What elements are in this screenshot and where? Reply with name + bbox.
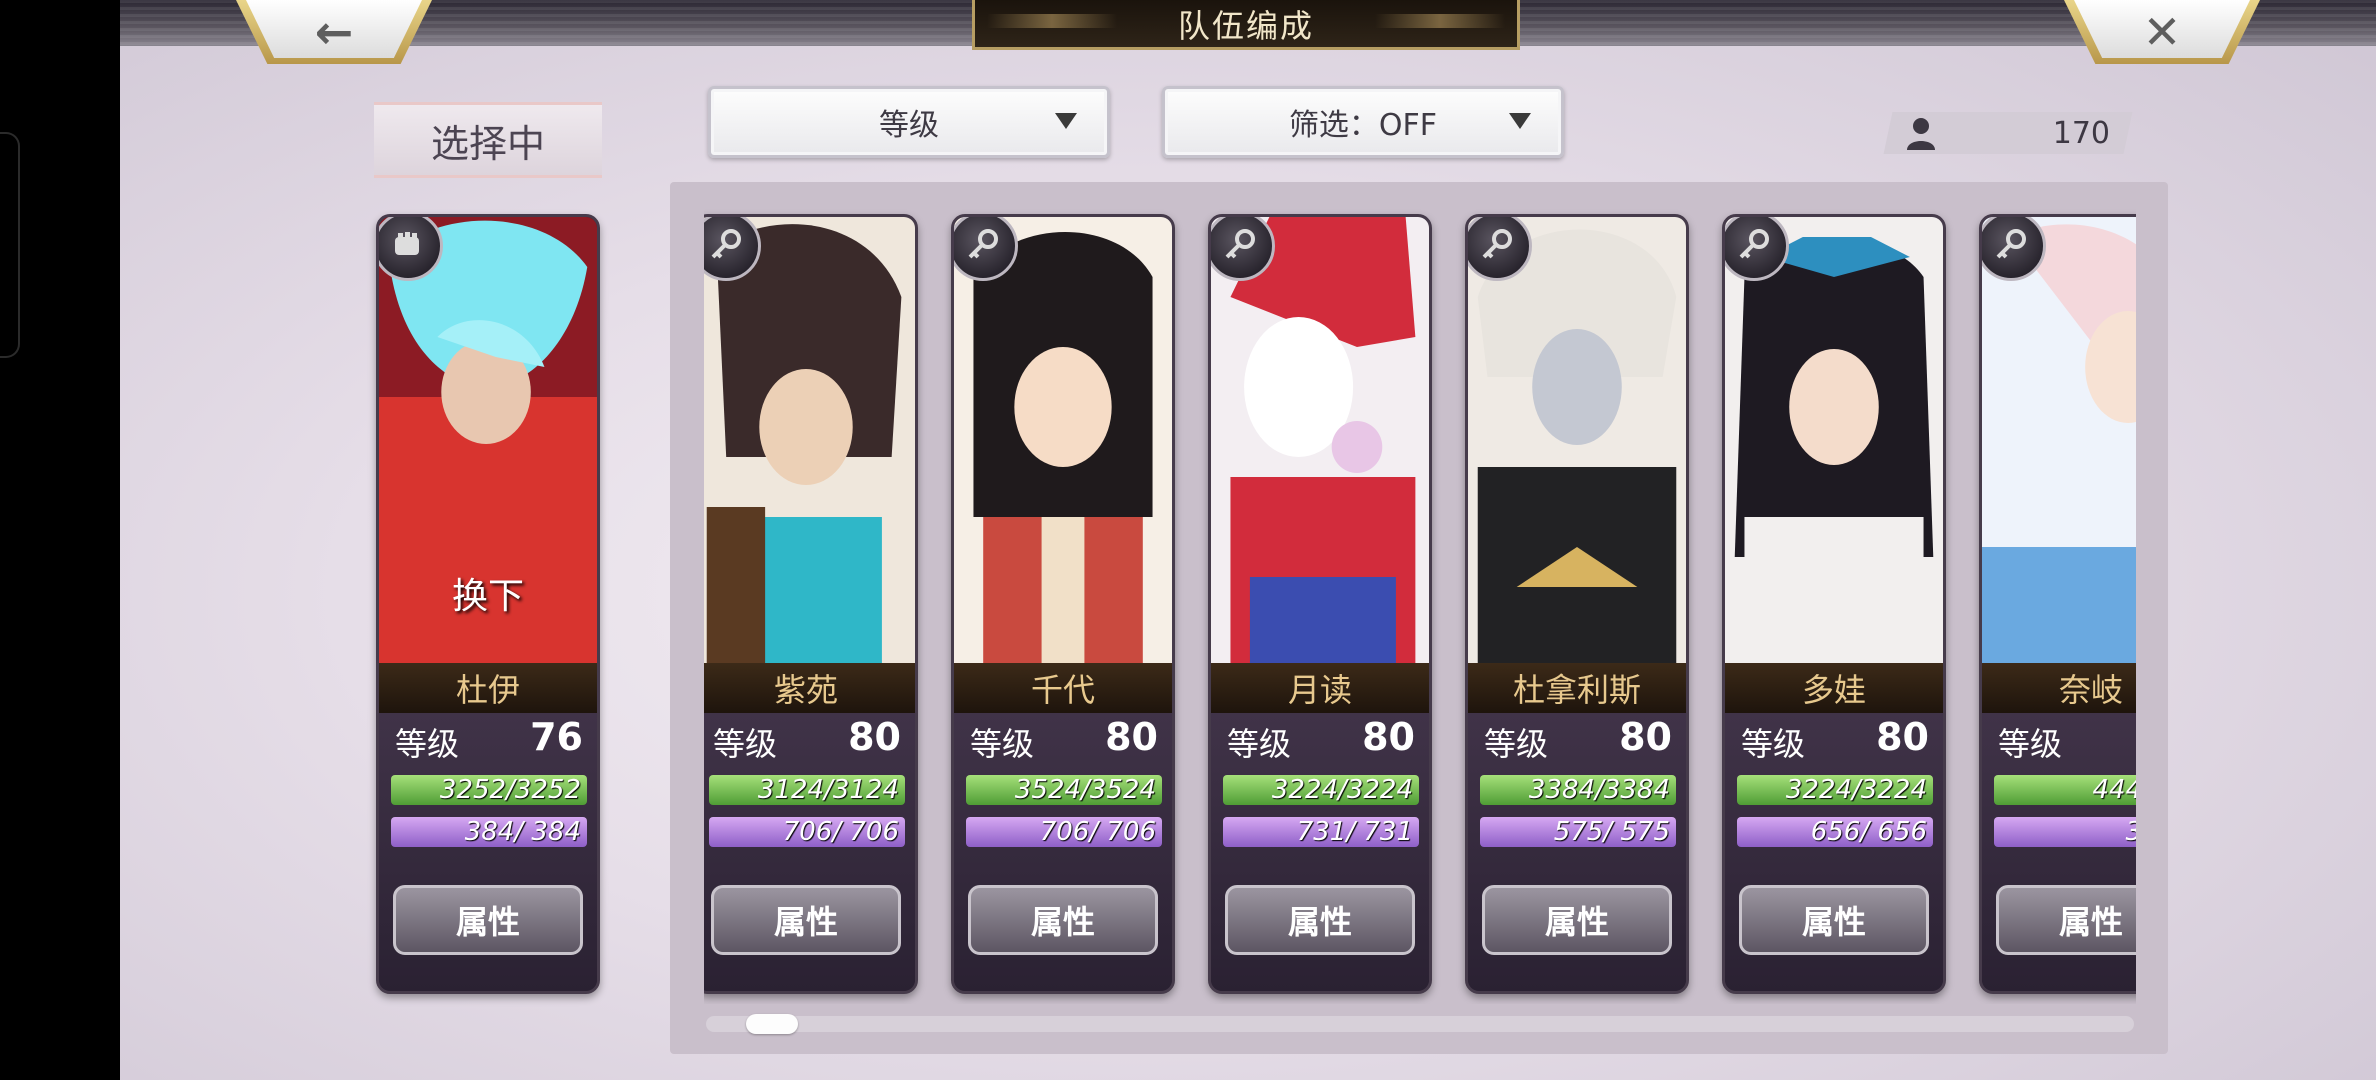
character-portrait (1211, 217, 1429, 663)
character-name: 杜拿利斯 (1468, 663, 1686, 713)
character-name: 杜伊 (379, 663, 597, 713)
level-value: 80 (1876, 715, 1929, 759)
level-label: 等级 (1741, 725, 1806, 763)
selected-character-card[interactable]: 换下 杜伊 等级 76 3252/3252 384/ 384 属性 (376, 214, 600, 994)
character-portrait (704, 217, 915, 663)
device-notch (0, 132, 20, 358)
roster-scroll-area[interactable]: 紫苑 等级 80 3124/3124 706/ 706 属性 千代 等级 80 … (704, 204, 2136, 1004)
level-value: 76 (530, 715, 583, 759)
attribute-button[interactable]: 属性 (1739, 885, 1929, 955)
attribute-button[interactable]: 属性 (1482, 885, 1672, 955)
character-name: 多娃 (1725, 663, 1943, 713)
filter-dropdown-value: 筛选：OFF (1288, 108, 1438, 143)
hp-bar: 3524/3524 (966, 775, 1162, 805)
level-label: 等级 (395, 725, 460, 763)
unit-count: 170 (2052, 116, 2110, 151)
character-portrait (1468, 217, 1686, 663)
mp-bar: 731/ 731 (1223, 817, 1419, 847)
character-name: 月读 (1211, 663, 1429, 713)
character-name: 紫苑 (704, 663, 915, 713)
attribute-button[interactable]: 属性 (1225, 885, 1415, 955)
hp-bar: 3124/3124 (709, 775, 905, 805)
filter-dropdown[interactable]: 筛选：OFF (1162, 86, 1564, 158)
back-arrow-icon: ← (314, 5, 354, 59)
level-label: 等级 (713, 725, 778, 763)
character-portrait (954, 217, 1172, 663)
level-value: 80 (848, 715, 901, 759)
attribute-button[interactable]: 属性 (968, 885, 1158, 955)
close-button[interactable]: ✕ (2064, 0, 2260, 64)
character-card[interactable]: 月读 等级 80 3224/3224 731/ 731 属性 (1208, 214, 1432, 994)
chevron-down-icon (1509, 113, 1531, 129)
attribute-button[interactable]: 属性 (393, 885, 583, 955)
hp-bar: 3384/3384 (1480, 775, 1676, 805)
mp-bar: 656/ 656 (1737, 817, 1933, 847)
chevron-down-icon (1055, 113, 1077, 129)
hp-bar: 3252/3252 (391, 775, 587, 805)
level-value: 80 (1105, 715, 1158, 759)
close-icon: ✕ (2142, 5, 2182, 59)
selecting-label: 选择中 (374, 102, 602, 178)
level-value: 80 (1362, 715, 1415, 759)
back-button[interactable]: ← (236, 0, 432, 64)
game-screen: ← 队伍编成 ✕ 选择中 等级 筛选：OFF 170 换下 杜伊 等级 76 3… (120, 0, 2376, 1080)
level-label: 等级 (1227, 725, 1292, 763)
attribute-button[interactable]: 属性 (1996, 885, 2136, 955)
mp-bar: 397/ (1994, 817, 2136, 847)
character-portrait (1725, 217, 1943, 663)
hp-bar: 3224/3224 (1737, 775, 1933, 805)
character-card[interactable]: 紫苑 等级 80 3124/3124 706/ 706 属性 (704, 214, 918, 994)
mp-bar: 706/ 706 (709, 817, 905, 847)
sort-dropdown[interactable]: 等级 (708, 86, 1110, 158)
level-label: 等级 (1998, 725, 2063, 763)
character-name: 奈岐 (1982, 663, 2136, 713)
sort-dropdown-value: 等级 (879, 108, 939, 143)
attribute-button[interactable]: 属性 (711, 885, 901, 955)
horizontal-scrollbar[interactable] (706, 1016, 2134, 1032)
character-name: 千代 (954, 663, 1172, 713)
mp-bar: 384/ 384 (391, 817, 587, 847)
page-title: 队伍编成 (972, 0, 1520, 50)
character-card[interactable]: 杜拿利斯 等级 80 3384/3384 575/ 575 属性 (1465, 214, 1689, 994)
level-label: 等级 (970, 725, 1035, 763)
character-card[interactable]: 奈岐 等级 4448/4 397/ 属性 (1979, 214, 2136, 994)
person-icon (1907, 118, 1935, 150)
character-portrait (1982, 217, 2136, 663)
mp-bar: 575/ 575 (1480, 817, 1676, 847)
scrollbar-thumb[interactable] (746, 1014, 798, 1034)
level-label: 等级 (1484, 725, 1549, 763)
swap-label: 换下 (451, 576, 524, 617)
hp-bar: 3224/3224 (1223, 775, 1419, 805)
character-card[interactable]: 多娃 等级 80 3224/3224 656/ 656 属性 (1722, 214, 1946, 994)
character-card[interactable]: 千代 等级 80 3524/3524 706/ 706 属性 (951, 214, 1175, 994)
hp-bar: 4448/4 (1994, 775, 2136, 805)
level-value: 80 (1619, 715, 1672, 759)
mp-bar: 706/ 706 (966, 817, 1162, 847)
